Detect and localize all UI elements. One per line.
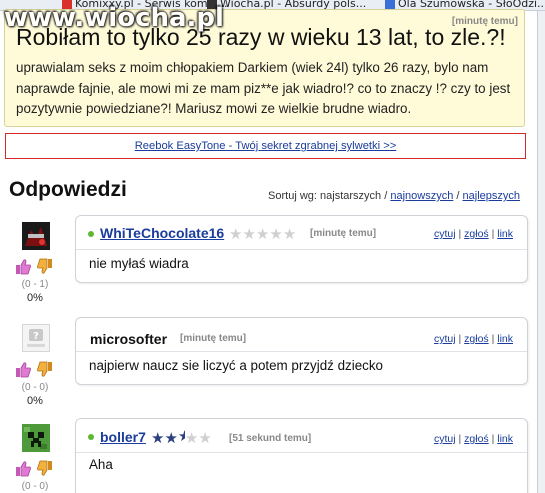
answer-actions: cytuj | zgłoś | link (433, 433, 513, 445)
answer-actions: cytuj | zgłoś | link (433, 333, 513, 345)
facebook-favicon-icon (385, 0, 395, 9)
answer-header: WhiTeChocolate16 ★★★★★ [minutę temu] cyt… (76, 216, 527, 250)
quote-link[interactable]: cytuj (434, 333, 456, 345)
vote-percent: 0% (27, 395, 43, 407)
sort-label: Sortuj wg: (268, 190, 317, 202)
site-watermark: www.wiocha.pl (4, 3, 224, 33)
rank-stars: ★★★★★ (151, 430, 212, 447)
answer-text: najpierw naucz sie liczyć a potem przyjd… (89, 358, 383, 373)
quote-link[interactable]: cytuj (434, 228, 456, 240)
anonymous-avatar-icon[interactable]: ? (22, 324, 50, 352)
answer-text: Aha (89, 457, 113, 472)
thumb-up-icon[interactable] (15, 258, 32, 275)
answer-header: boller7 ★★★★★ [51 sekund temu] cytuj | z… (76, 419, 527, 453)
report-link[interactable]: zgłoś (464, 433, 489, 445)
sort-best-link[interactable]: najlepszych (463, 190, 520, 202)
vote-percent: 0% (27, 292, 43, 304)
thumb-down-icon[interactable] (36, 361, 53, 378)
report-link[interactable]: zgłoś (464, 228, 489, 240)
thumb-down-icon[interactable] (36, 258, 53, 275)
sponsored-link-box: Reebok EasyTone - Twój sekret zgrabnej s… (5, 133, 526, 159)
sort-options: Sortuj wg: najstarszych / najnowszych / … (268, 190, 520, 202)
answers-heading: Odpowiedzi (9, 178, 127, 201)
thumb-down-icon[interactable] (36, 460, 53, 477)
permalink-link[interactable]: link (497, 228, 513, 240)
sort-current: najstarszych (320, 190, 382, 202)
answer-bubble: microsofter [minutę temu] cytuj | zgłoś … (75, 317, 528, 385)
permalink-link[interactable]: link (497, 433, 513, 445)
answer-actions: cytuj | zgłoś | link (433, 228, 513, 240)
ad-link[interactable]: Reebok EasyTone - Twój sekret zgrabnej s… (135, 140, 397, 152)
svg-text:?: ? (33, 331, 39, 342)
thumb-up-icon[interactable] (15, 361, 32, 378)
answer-bubble: WhiTeChocolate16 ★★★★★ [minutę temu] cyt… (75, 215, 528, 283)
report-link[interactable]: zgłoś (464, 333, 489, 345)
answer-time: [minutę temu] (180, 333, 247, 344)
vote-count: (0 - 0) (21, 481, 49, 492)
permalink-link[interactable]: link (497, 333, 513, 345)
vote-count: (0 - 1) (21, 279, 49, 290)
answer-time: [51 sekund temu] (229, 433, 312, 444)
username: microsofter (90, 331, 168, 347)
dark-avatar-icon[interactable] (22, 222, 50, 250)
question-body: uprawialam seks z moim chłopakiem Darkie… (16, 60, 511, 116)
sort-newest-link[interactable]: najnowszych (390, 190, 453, 202)
scrollbar[interactable] (537, 11, 545, 493)
answer-text: nie myłaś wiadra (89, 256, 189, 271)
username-link[interactable]: boller7 (100, 429, 146, 445)
rank-stars: ★★★★★ (229, 226, 297, 243)
online-status-icon (88, 231, 94, 237)
online-status-icon (88, 434, 94, 440)
creeper-avatar-icon[interactable] (22, 424, 50, 452)
answer-header: microsofter [minutę temu] cytuj | zgłoś … (76, 318, 527, 352)
vote-panel: (0 - 0) 0% (14, 361, 56, 408)
thumb-up-icon[interactable] (15, 460, 32, 477)
quote-link[interactable]: cytuj (434, 433, 456, 445)
vote-panel: (0 - 0) (14, 460, 56, 493)
vote-panel: (0 - 1) 0% (14, 258, 56, 305)
username-link[interactable]: WhiTeChocolate16 (100, 225, 224, 241)
answer-bubble: boller7 ★★★★★ [51 sekund temu] cytuj | z… (75, 418, 528, 493)
vote-count: (0 - 0) (21, 382, 49, 393)
answer-time: [minutę temu] (310, 228, 377, 239)
